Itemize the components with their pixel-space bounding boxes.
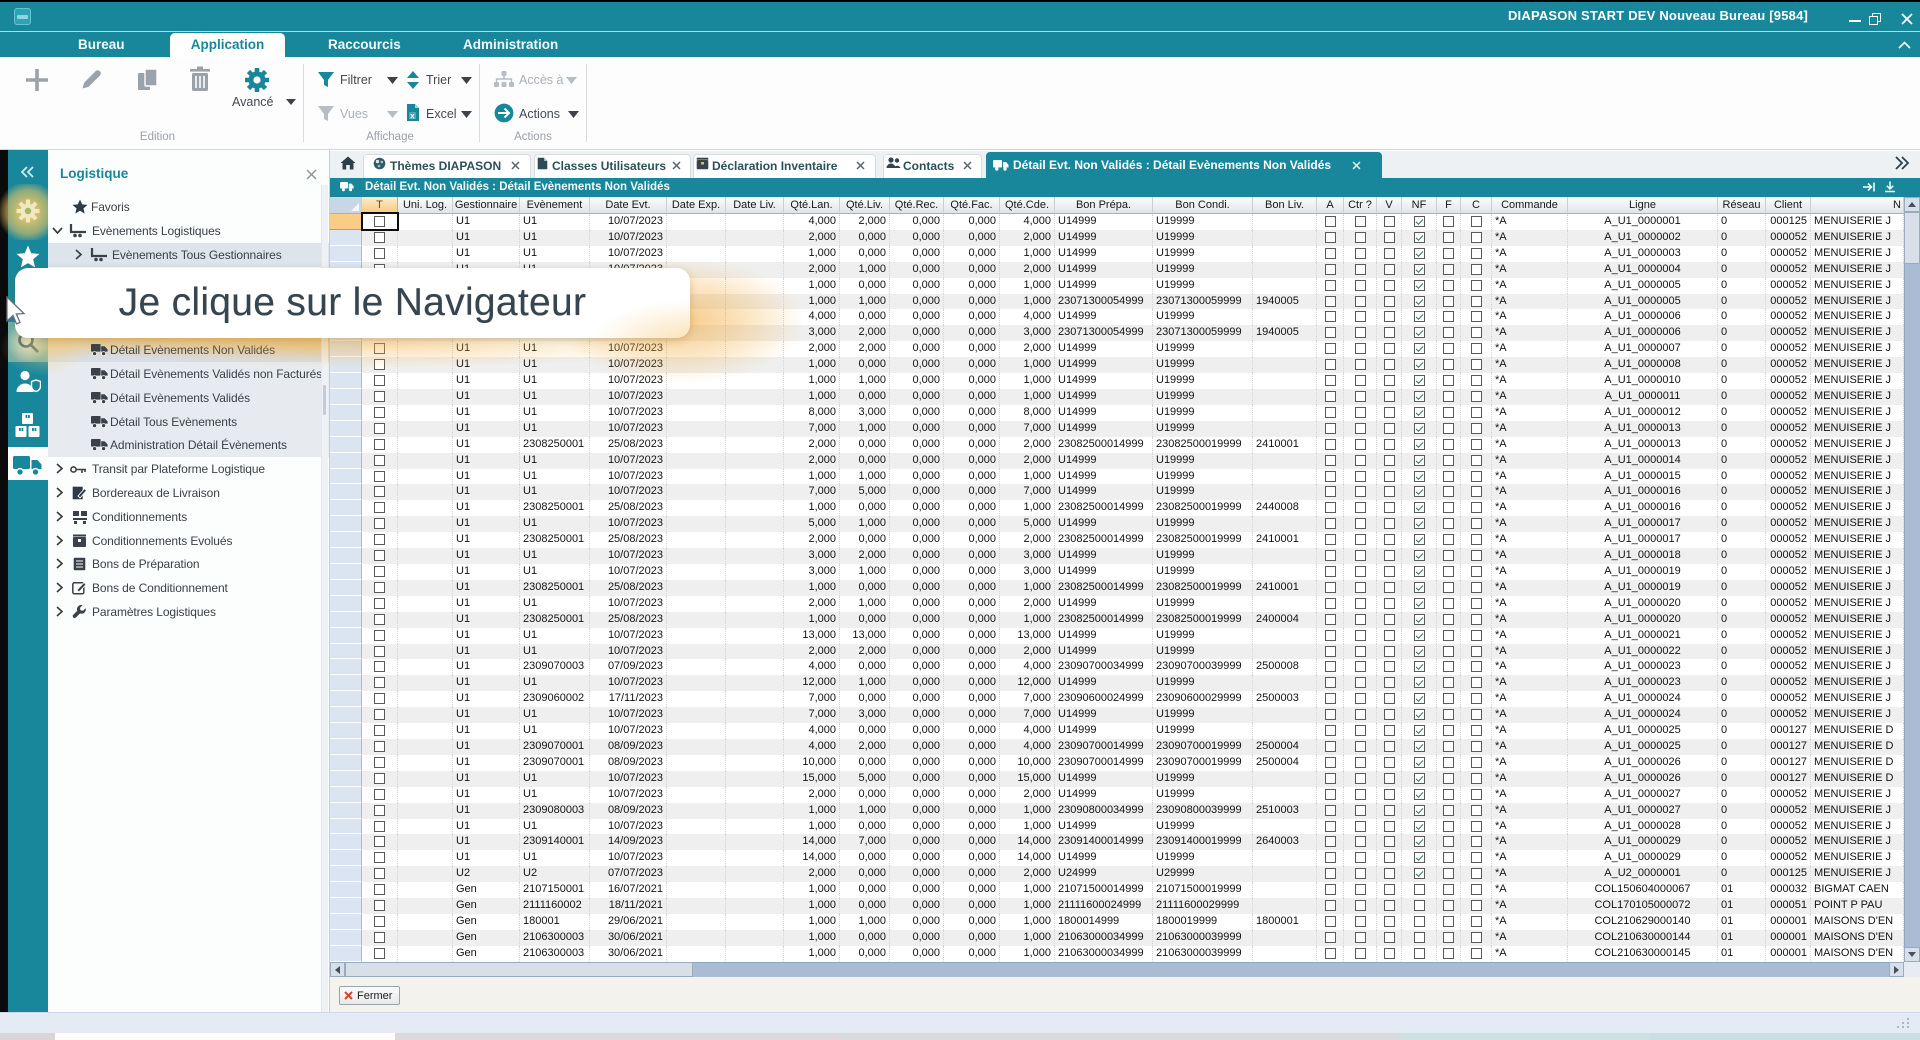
- svg-text:x: x: [410, 112, 415, 121]
